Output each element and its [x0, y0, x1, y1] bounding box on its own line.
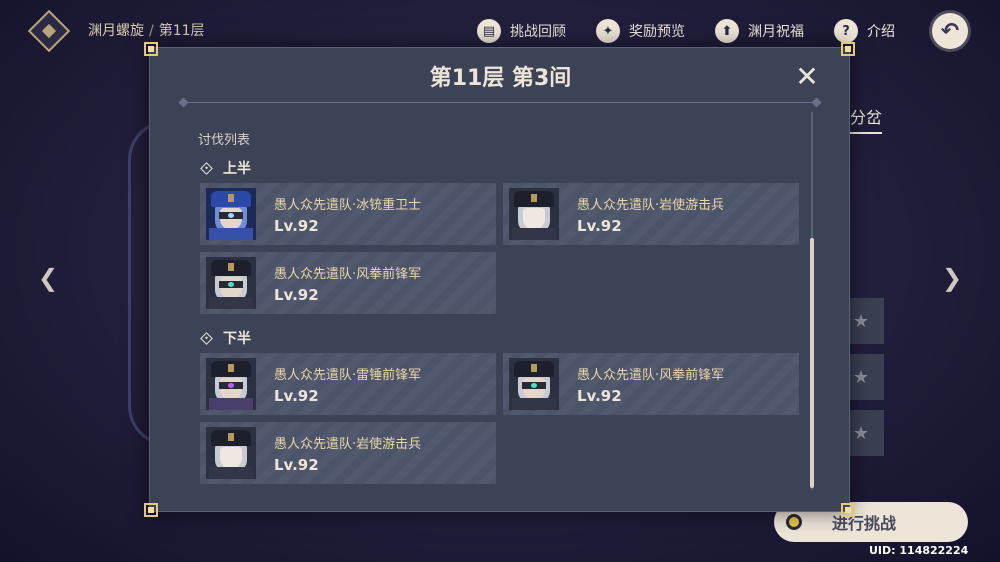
close-icon: ✕ — [795, 60, 819, 93]
geochanter-portrait — [206, 427, 256, 479]
introduction-label: 介绍 — [867, 24, 895, 40]
spiral-abyss-logo-icon — [27, 9, 71, 53]
enemy-level: Lv.92 — [274, 456, 319, 474]
cryo-gunner-portrait — [206, 188, 256, 240]
enemy-name: 愚人众先遣队·风拳前锋军 — [577, 368, 725, 383]
abyss-blessing-label: 渊月祝福 — [748, 24, 804, 40]
challenge-review-label: 挑战回顾 — [510, 24, 566, 40]
reward-preview-button[interactable]: ✦ 奖励预览 — [596, 18, 685, 44]
section-label-text: 下半 — [223, 331, 251, 347]
enemy-level: Lv.92 — [577, 217, 622, 235]
breadcrumb-current: 第11层 — [158, 23, 205, 39]
previous-chamber-arrow-icon[interactable]: ❮ — [38, 264, 58, 292]
enemy-list-modal: 第11层 第3间 ✕ 讨伐列表 上半 愚人众先遣队·冰铳重卫士 Lv.92 愚人… — [144, 42, 855, 517]
second-half-section-label: 下半 — [200, 328, 251, 348]
enemy-list-title: 讨伐列表 — [198, 133, 251, 148]
back-button[interactable]: ↶ — [932, 13, 968, 49]
breadcrumb-separator: / — [149, 23, 154, 39]
electrohammer-portrait — [206, 358, 256, 410]
geochanter-portrait — [509, 188, 559, 240]
confirm-ring-icon — [786, 514, 802, 530]
corner-ornament-icon — [841, 42, 855, 56]
background-tab[interactable]: 分岔 — [850, 104, 883, 134]
anemoboxer-portrait — [509, 358, 559, 410]
reward-preview-label: 奖励预览 — [629, 24, 685, 40]
enemy-name: 愚人众先遣队·岩使游击兵 — [577, 198, 725, 213]
close-button[interactable]: ✕ — [792, 62, 822, 92]
book-icon: ▤ — [477, 19, 501, 43]
challenge-review-button[interactable]: ▤ 挑战回顾 — [477, 18, 566, 44]
upgrade-arrow-icon: ⬆ — [715, 19, 739, 43]
enemy-card[interactable]: 愚人众先遣队·雷锤前锋军 Lv.92 — [200, 353, 496, 415]
diamond-bullet-icon — [200, 331, 213, 345]
abyss-blessing-button[interactable]: ⬆ 渊月祝福 — [715, 18, 804, 44]
introduction-button[interactable]: ? 介绍 — [834, 18, 895, 44]
enemy-card[interactable]: 愚人众先遣队·风拳前锋军 Lv.92 — [503, 353, 799, 415]
enemy-name: 愚人众先遣队·冰铳重卫士 — [274, 198, 422, 213]
corner-ornament-icon — [144, 503, 158, 517]
next-chamber-arrow-icon[interactable]: ❯ — [942, 264, 962, 292]
help-icon: ? — [834, 19, 858, 43]
modal-title: 第11层 第3间 — [429, 66, 572, 91]
title-divider — [180, 102, 820, 103]
enemy-level: Lv.92 — [577, 387, 622, 405]
breadcrumb: 渊月螺旋 / 第11层 — [88, 20, 205, 40]
section-label-text: 上半 — [223, 161, 251, 177]
enemy-name: 愚人众先遣队·岩使游击兵 — [274, 437, 422, 452]
enemy-card[interactable]: 愚人众先遣队·风拳前锋军 Lv.92 — [200, 252, 496, 314]
enemy-card[interactable]: 愚人众先遣队·冰铳重卫士 Lv.92 — [200, 183, 496, 245]
back-arrow-icon: ↶ — [940, 18, 960, 44]
breadcrumb-parent: 渊月螺旋 — [88, 23, 144, 39]
anemoboxer-portrait — [206, 257, 256, 309]
star-badge-icon: ✦ — [596, 19, 620, 43]
enemy-name: 愚人众先遣队·风拳前锋军 — [274, 267, 422, 282]
corner-ornament-icon — [144, 42, 158, 56]
corner-ornament-icon — [841, 503, 855, 517]
enemy-level: Lv.92 — [274, 217, 319, 235]
first-half-section-label: 上半 — [200, 158, 251, 178]
scrollbar-thumb[interactable] — [810, 238, 814, 488]
diamond-bullet-icon — [200, 161, 213, 175]
uid-text: UID: 114822224 — [869, 544, 969, 557]
enemy-name: 愚人众先遣队·雷锤前锋军 — [274, 368, 422, 383]
enemy-card[interactable]: 愚人众先遣队·岩使游击兵 Lv.92 — [503, 183, 799, 245]
enemy-card[interactable]: 愚人众先遣队·岩使游击兵 Lv.92 — [200, 422, 496, 484]
enemy-level: Lv.92 — [274, 387, 319, 405]
enemy-level: Lv.92 — [274, 286, 319, 304]
